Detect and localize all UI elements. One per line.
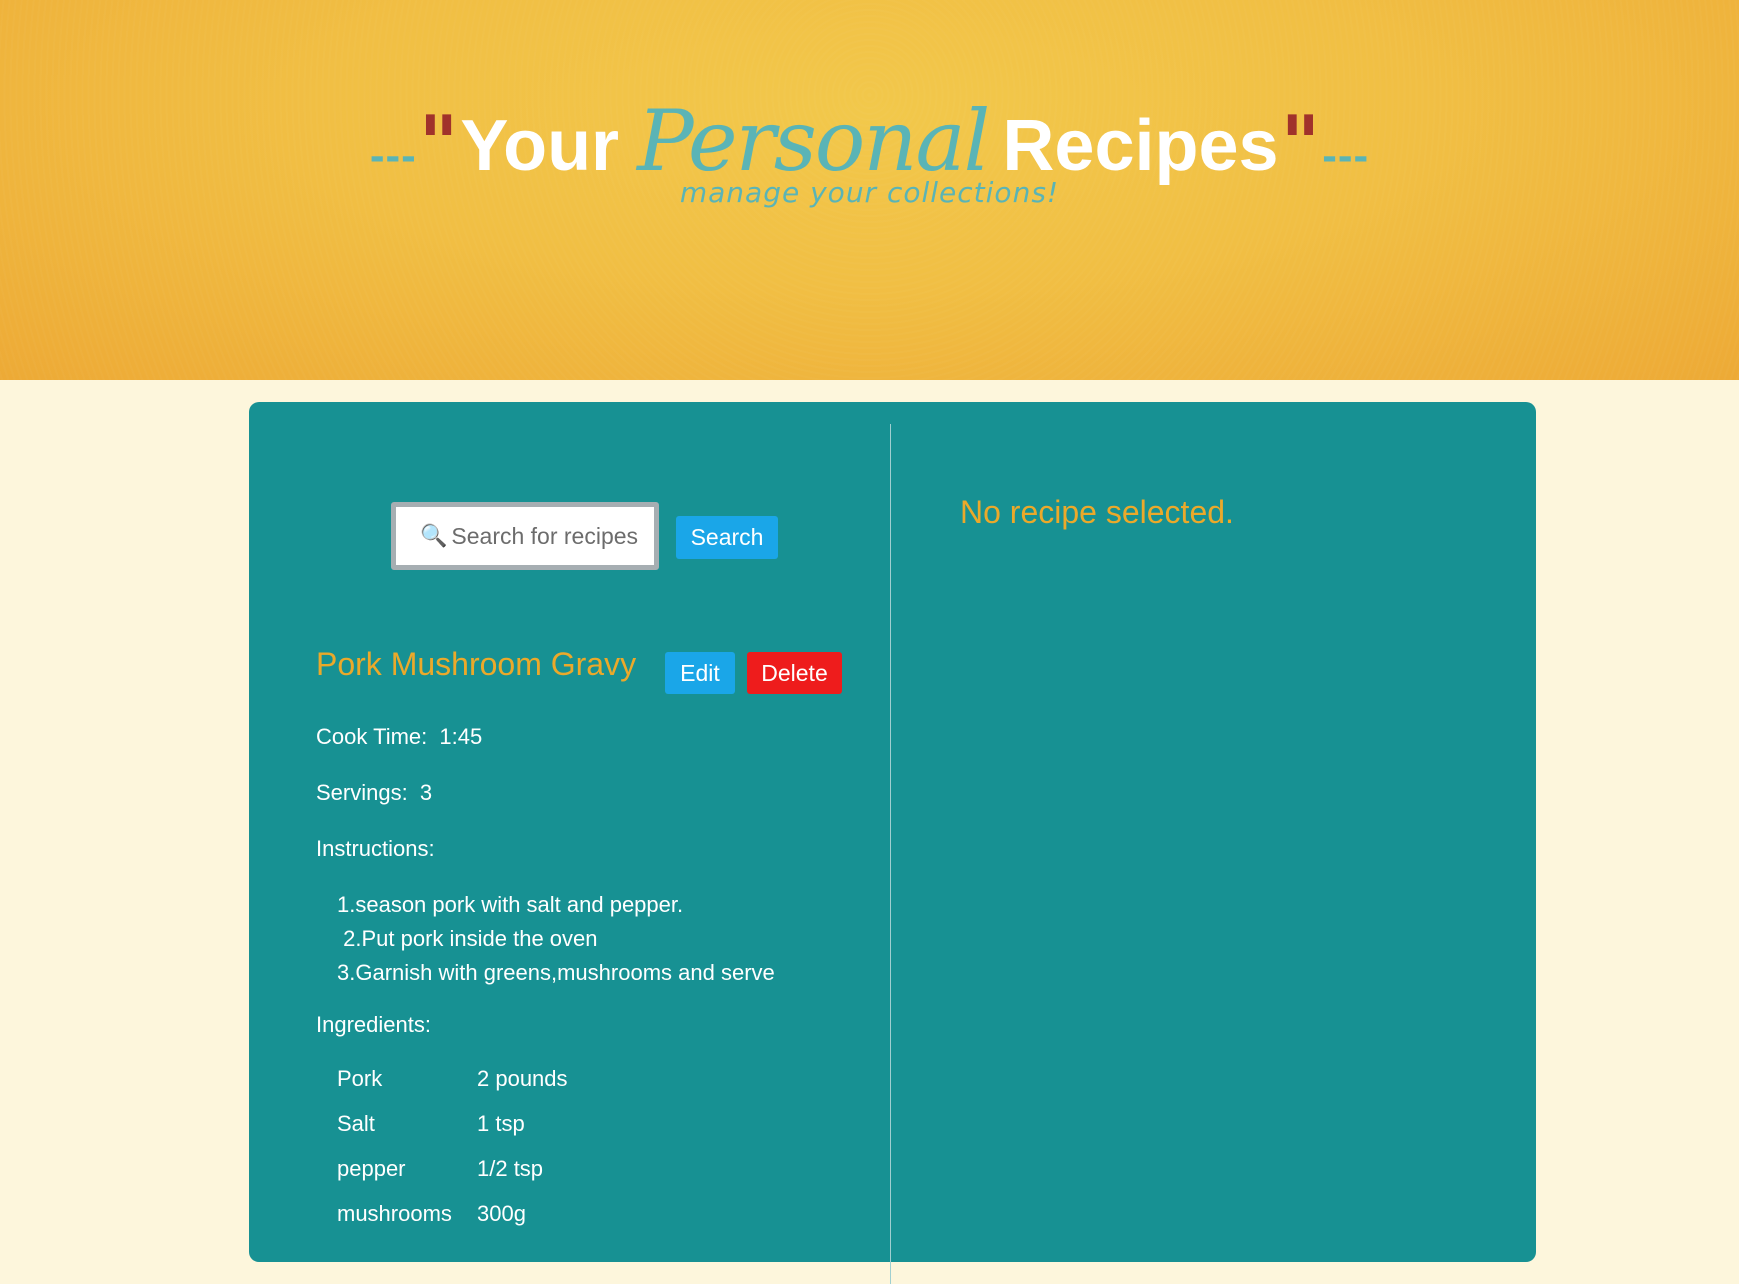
magnifier-icon: 🔍 xyxy=(420,523,448,548)
cook-time-row: Cook Time: 1:45 xyxy=(316,724,482,750)
title-quote-open: " xyxy=(418,99,459,188)
ingredient-amount: 1 tsp xyxy=(477,1110,525,1136)
edit-button[interactable]: Edit xyxy=(665,652,735,694)
main-panel: 🔍 Search Pork Mushroom Gravy Edit Delete… xyxy=(249,402,1536,1284)
instructions-label: Instructions: xyxy=(316,836,435,861)
ingredient-amount: 1/2 tsp xyxy=(477,1155,544,1181)
title-dashes-right: --- xyxy=(1322,131,1370,180)
ingredients-label: Ingredients: xyxy=(316,1012,431,1037)
ingredient-amount: 300g xyxy=(477,1200,526,1226)
no-recipe-message: No recipe selected. xyxy=(960,494,1234,530)
search-button[interactable]: Search xyxy=(676,516,778,559)
instruction-step: 1.season pork with salt and pepper. xyxy=(337,892,684,917)
servings-label: Servings: xyxy=(316,780,408,805)
servings-row: Servings: 3 xyxy=(316,780,432,806)
panel-divider xyxy=(890,424,891,1284)
ingredient-row: Pork 2 pounds xyxy=(337,1056,568,1101)
ingredient-amount: 2 pounds xyxy=(477,1065,568,1091)
ingredient-row: Salt 1 tsp xyxy=(337,1101,568,1146)
servings-value: 3 xyxy=(419,780,433,805)
recipe-title[interactable]: Pork Mushroom Gravy xyxy=(316,646,636,683)
header-banner: --- " Your Personal Recipes " --- manage… xyxy=(0,0,1739,380)
instruction-step: 3.Garnish with greens,mushrooms and serv… xyxy=(337,960,775,985)
ingredients-list: Pork 2 pounds Salt 1 tsp pepper 1/2 tsp … xyxy=(337,1056,568,1236)
ingredient-name: pepper xyxy=(337,1155,406,1181)
ingredient-row: pepper 1/2 tsp xyxy=(337,1146,568,1191)
search-input[interactable] xyxy=(451,522,652,550)
ingredient-row: mushrooms 300g xyxy=(337,1191,568,1236)
title-word-recipes: Recipes xyxy=(1002,106,1279,186)
title-quote-close: " xyxy=(1280,99,1321,188)
delete-button[interactable]: Delete xyxy=(747,652,842,694)
cook-time-label: Cook Time: xyxy=(316,724,428,749)
title-dashes-left: --- xyxy=(369,131,417,180)
app-subtitle: manage your collections! xyxy=(679,176,1060,209)
ingredient-name: Pork xyxy=(337,1065,383,1091)
cook-time-value: 1:45 xyxy=(439,724,483,749)
search-box[interactable]: 🔍 xyxy=(391,502,659,570)
ingredient-name: mushrooms xyxy=(337,1200,452,1226)
ingredient-name: Salt xyxy=(337,1110,375,1136)
instruction-step: 2.Put pork inside the oven xyxy=(337,926,598,951)
instructions-list: 1.season pork with salt and pepper. 2.Pu… xyxy=(337,888,775,990)
title-word-your: Your xyxy=(460,106,620,186)
